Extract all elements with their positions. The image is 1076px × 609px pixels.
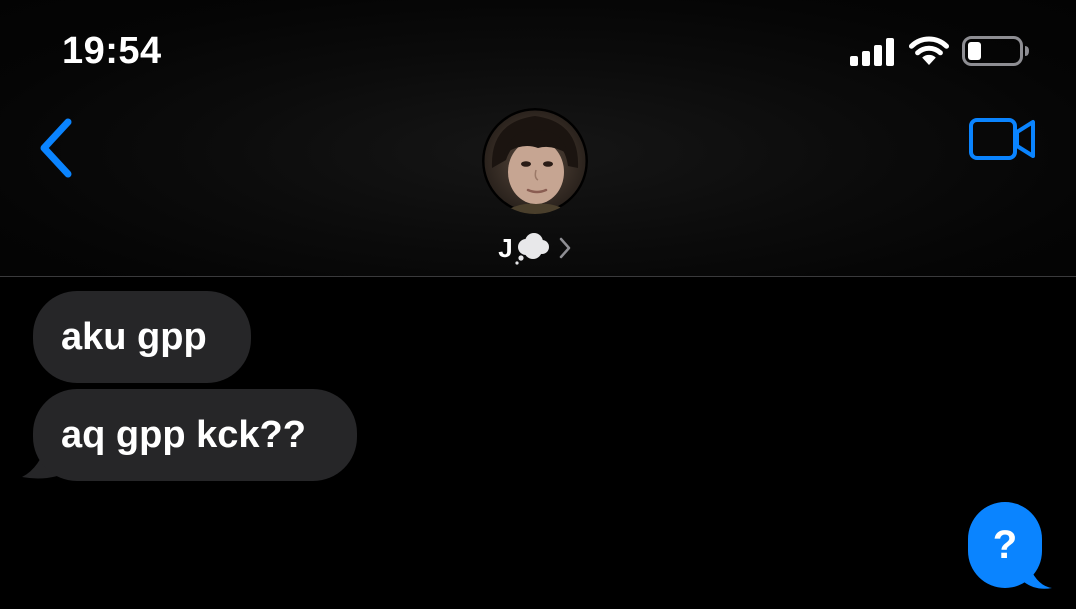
contact-name: J (498, 232, 513, 263)
message-text: aq gpp kck?? (61, 414, 306, 456)
thought-balloon-icon (515, 233, 549, 265)
question-bubble-icon[interactable] (964, 498, 1056, 594)
contact-avatar[interactable] (482, 108, 588, 214)
cellular-signal-icon (850, 38, 894, 66)
back-chevron-icon[interactable] (34, 116, 78, 180)
status-time: 19:54 (62, 30, 162, 72)
contact-name-button[interactable]: J (470, 228, 600, 268)
video-camera-icon[interactable] (968, 116, 1038, 164)
wifi-icon (909, 36, 949, 65)
chevron-right-icon (559, 237, 570, 259)
message-text: aku gpp (61, 316, 207, 358)
message-bubble[interactable]: aku gpp (33, 291, 251, 383)
battery-icon (962, 36, 1029, 66)
message-bubble[interactable]: aq gpp kck?? (33, 389, 357, 481)
header-divider (0, 276, 1076, 277)
